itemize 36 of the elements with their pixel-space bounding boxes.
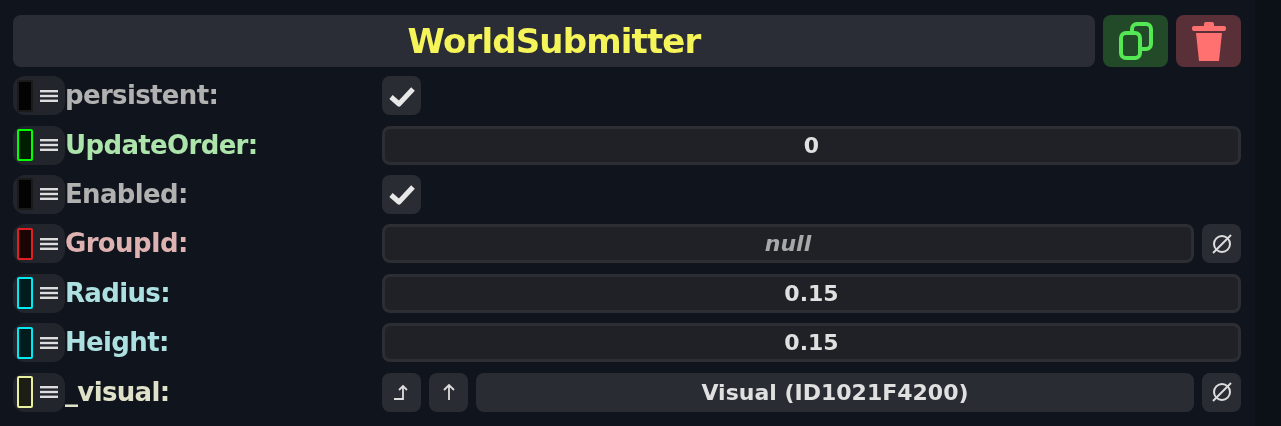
- drag-handle[interactable]: [13, 76, 65, 116]
- menu-icon: [40, 187, 58, 202]
- delete-button[interactable]: [1176, 15, 1241, 67]
- drag-handle[interactable]: [13, 323, 65, 363]
- component-title: WorldSubmitter: [13, 15, 1095, 67]
- clear-button[interactable]: [1202, 372, 1241, 412]
- jump-button[interactable]: [382, 372, 421, 412]
- duplicate-button[interactable]: [1103, 15, 1168, 67]
- parent-button[interactable]: [429, 372, 468, 412]
- menu-icon: [40, 138, 58, 153]
- field-label: persistent:: [65, 79, 220, 113]
- field-label: Height:: [65, 326, 170, 360]
- number-field[interactable]: 0.15: [382, 323, 1241, 363]
- field-label: Radius:: [65, 276, 171, 310]
- checkbox[interactable]: [382, 174, 421, 214]
- field-label: _visual:: [65, 375, 171, 409]
- drag-handle[interactable]: [13, 224, 65, 264]
- field-label: UpdateOrder:: [65, 128, 259, 162]
- trash-icon: [1189, 19, 1228, 63]
- field-label: Enabled:: [65, 177, 189, 211]
- menu-icon: [40, 236, 58, 251]
- reference-field[interactable]: null: [382, 224, 1194, 264]
- field-label: GroupId:: [65, 227, 189, 261]
- drag-handle[interactable]: [13, 125, 65, 165]
- menu-icon: [40, 335, 58, 350]
- drag-handle[interactable]: [13, 174, 65, 214]
- menu-icon: [40, 286, 58, 301]
- drag-handle[interactable]: [13, 273, 65, 313]
- checkbox[interactable]: [382, 76, 421, 116]
- drag-handle[interactable]: [13, 372, 65, 412]
- reference-field[interactable]: Visual (ID1021F4200): [476, 372, 1194, 412]
- clear-button[interactable]: [1202, 224, 1241, 264]
- menu-icon: [40, 88, 58, 103]
- number-field[interactable]: 0: [382, 125, 1241, 165]
- menu-icon: [40, 385, 58, 400]
- number-field[interactable]: 0.15: [382, 273, 1241, 313]
